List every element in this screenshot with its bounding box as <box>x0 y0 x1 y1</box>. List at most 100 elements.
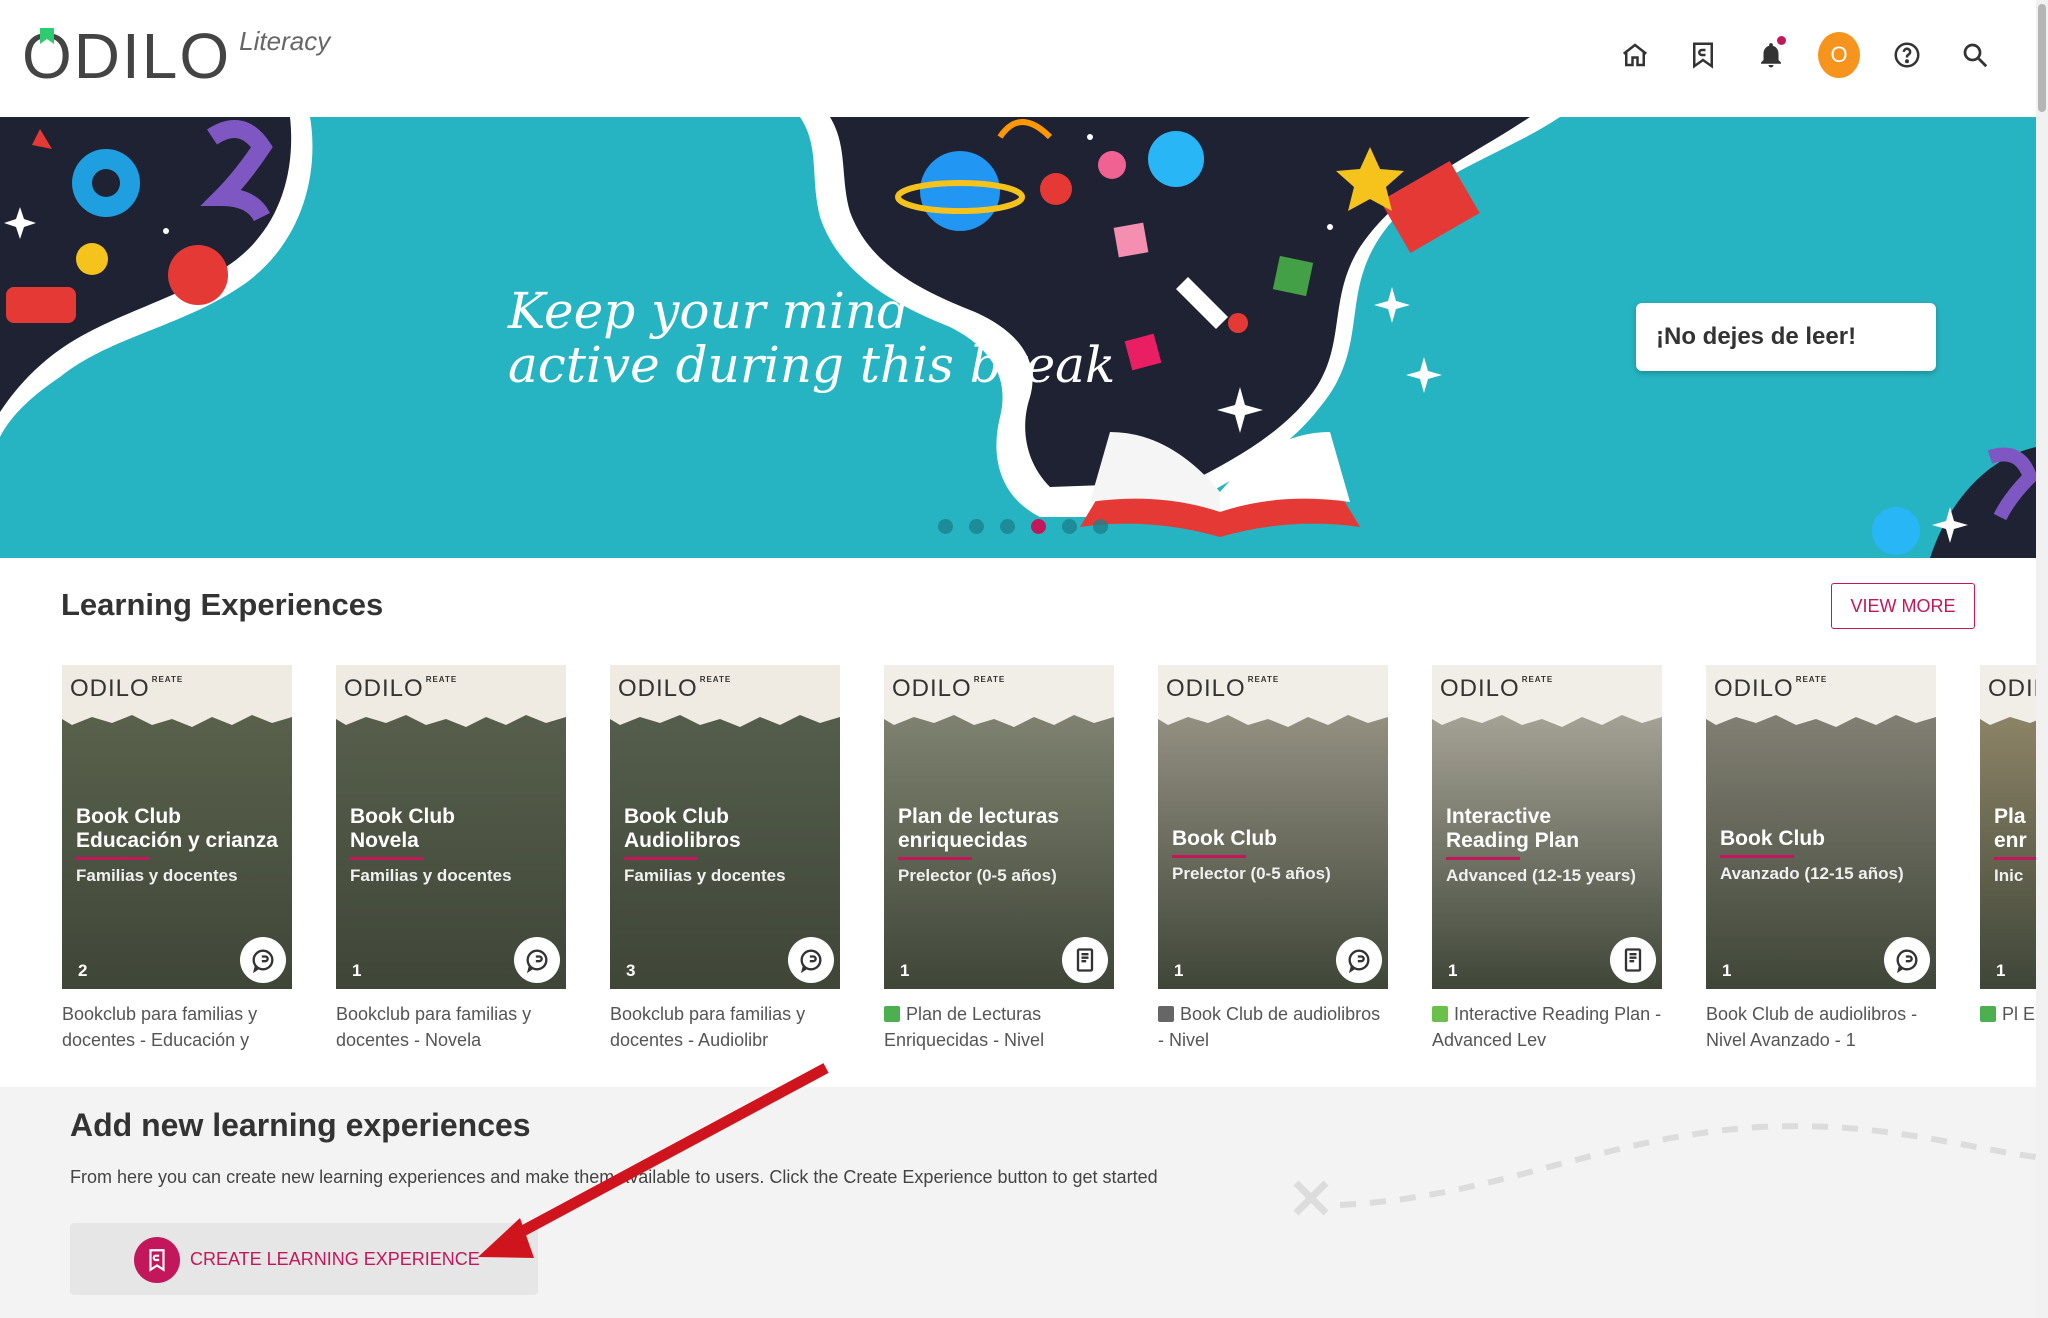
cover-subtitle-bold: Prelector <box>1172 864 1246 883</box>
learning-experience-card[interactable]: ODILO REATE Book Club Novela Familias y doc… <box>336 665 566 1053</box>
view-more-button[interactable]: VIEW MORE <box>1831 583 1975 629</box>
page-scrollbar[interactable] <box>2036 0 2048 1318</box>
cover-title-line2: Audiolibros <box>624 829 741 852</box>
card-cover-image[interactable]: ODILO REATE Book Club Avanzado (12-15 años)… <box>1706 665 1936 989</box>
top-header: ODILO Literacy O <box>0 0 2036 117</box>
cover-title-line1: Book Club <box>76 805 181 828</box>
carousel-dot[interactable] <box>1062 519 1077 534</box>
cover-title-line2: enr <box>1994 829 2027 852</box>
help-icon[interactable] <box>1886 34 1928 76</box>
card-caption[interactable]: Plan de Lecturas Enriquecidas - Nivel <box>884 1001 1114 1053</box>
bookmark-icon[interactable] <box>1682 34 1724 76</box>
card-cover-image[interactable]: ODILO REATE Book Club Educación y crianza F… <box>62 665 292 989</box>
card-cover-image[interactable]: ODILO REATE Interactive Reading Plan Advance… <box>1432 665 1662 989</box>
home-icon[interactable] <box>1614 34 1656 76</box>
book-icon <box>1610 937 1656 983</box>
learning-experience-card[interactable]: ODILO REATE Interactive Reading Plan Advance… <box>1432 665 1662 1053</box>
card-caption-text: Book Club de audiolibros - Nivel Avanzad… <box>1706 1004 1918 1050</box>
learning-experience-card[interactable]: ODILO REATE Book Club Audiolibros Familias … <box>610 665 840 1053</box>
cover-logo-tag: REATE <box>1247 675 1280 684</box>
learning-experience-carousel: ODILO REATE Book Club Educación y crianza F… <box>62 665 2036 1055</box>
books-icon <box>884 1006 900 1022</box>
odilo-logo[interactable]: ODILO Literacy <box>22 24 331 88</box>
card-cover-image[interactable]: ODILO REATE Book Club Novela Familias y doc… <box>336 665 566 989</box>
card-cover-image[interactable]: ODILO REATE Book Club Prelector (0-5 años) 1 <box>1158 665 1388 989</box>
carousel-dot[interactable] <box>938 519 953 534</box>
card-cover-image[interactable]: ODILOREATE Plaenr Inic 1 <box>1980 665 2036 989</box>
cover-title: Pla enr Inic <box>1994 805 2036 886</box>
cover-tear-edge <box>1158 703 1388 727</box>
cover-tear-edge <box>1980 703 2036 725</box>
card-cover-image[interactable]: ODILO REATE Plan de lecturas enriquecidas Pr… <box>884 665 1114 989</box>
learning-experience-card[interactable]: ODILO REATE Plan de lecturas enriquecidas Pr… <box>884 665 1114 1053</box>
search-icon[interactable] <box>1954 34 1996 76</box>
learning-experience-card[interactable]: ODILO REATE Book Club Avanzado (12-15 años)… <box>1706 665 1936 1053</box>
cover-title-line1: Book Club <box>350 805 455 828</box>
user-avatar-button[interactable]: O <box>1818 32 1860 78</box>
add-learning-experience-section: Add new learning experiences From here y… <box>0 1087 2036 1318</box>
card-count: 1 <box>1722 961 1732 980</box>
card-caption[interactable]: Bookclub para familias y docentes - Educ… <box>62 1001 292 1053</box>
cover-logo: ODILOREATE <box>344 675 457 703</box>
logo-subtitle: Literacy <box>239 26 331 56</box>
hero-banner[interactable]: Keep your mind active during this break … <box>0 117 2036 558</box>
cover-title-line1: Plan de lecturas <box>898 805 1060 828</box>
cover-subtitle-bold: Inic <box>1994 866 2024 885</box>
card-caption[interactable]: Book Club de audiolibros - Nivel <box>1158 1001 1388 1053</box>
cover-logo-text: ODILO <box>70 675 150 702</box>
card-caption[interactable]: Pl Enriqu <box>1980 1001 2036 1053</box>
cover-subtitle-text: (12-15 años) <box>1804 864 1904 883</box>
cover-subtitle: Prelector (0-5 años) <box>1172 864 1382 884</box>
cover-tear-edge <box>1706 703 1936 727</box>
card-caption-text: Bookclub para familias y docentes - Audi… <box>610 1004 806 1050</box>
cover-title-line2: Novela <box>350 829 419 852</box>
cover-subtitle-text: (0-5 años) <box>976 866 1057 885</box>
add-section-description: From here you can create new learning ex… <box>70 1167 1158 1187</box>
chat-icon <box>240 937 286 983</box>
carousel-dot[interactable] <box>969 519 984 534</box>
cover-subtitle-bold: Advanced <box>1446 866 1528 885</box>
cover-logo: ODILOREATE <box>892 675 1005 703</box>
carousel-dot[interactable] <box>1093 519 1108 534</box>
cover-logo: ODILOREATE <box>618 675 731 703</box>
hero-cta-button[interactable]: ¡No dejes de leer! <box>1636 303 1936 371</box>
chat-icon <box>788 937 834 983</box>
cover-subtitle: Prelector (0-5 años) <box>898 866 1108 886</box>
card-caption[interactable]: Book Club de audiolibros - Nivel Avanzad… <box>1706 1001 1936 1053</box>
cover-title: Plan de lecturas enriquecidas Prelector (0… <box>898 805 1108 886</box>
cover-subtitle: Advanced (12-15 years) <box>1446 866 1656 886</box>
carousel-dot-active[interactable] <box>1031 519 1046 534</box>
cover-title-line1: Book Club <box>1172 827 1277 850</box>
add-section-title: Add new learning experiences <box>70 1107 531 1143</box>
cover-logo: ODILOREATE <box>1988 675 2036 703</box>
cover-logo-text: ODILO <box>618 675 698 702</box>
cover-title: Book Club Novela Familias y docentes <box>350 805 560 886</box>
cover-title-line2: enriquecidas <box>898 829 1028 852</box>
card-caption[interactable]: Bookclub para familias y docentes - Nove… <box>336 1001 566 1053</box>
cover-title: Interactive Reading Plan Advanced (12-15 y… <box>1446 805 1656 886</box>
scrollbar-thumb[interactable] <box>2038 4 2046 112</box>
hero-headline: Keep your mind active during this break <box>508 282 1116 394</box>
card-cover-image[interactable]: ODILO REATE Book Club Audiolibros Familias … <box>610 665 840 989</box>
cover-title-underline <box>1172 855 1246 858</box>
create-experience-icon <box>134 1237 180 1283</box>
card-caption[interactable]: Interactive Reading Plan - Advanced Lev <box>1432 1001 1662 1053</box>
cover-logo-text: ODILO <box>1714 675 1794 702</box>
cover-logo-tag: REATE <box>1795 675 1828 684</box>
cover-subtitle: Familias y docentes <box>350 866 560 886</box>
cover-title-underline <box>1720 855 1794 858</box>
books-icon <box>1980 1006 1996 1022</box>
card-caption[interactable]: Bookclub para familias y docentes - Audi… <box>610 1001 840 1053</box>
carousel-dot[interactable] <box>1000 519 1015 534</box>
learning-experience-card[interactable]: ODILO REATE Book Club Prelector (0-5 años) 1… <box>1158 665 1388 1053</box>
learning-experience-card[interactable]: ODILO REATE Book Club Educación y crianza F… <box>62 665 292 1053</box>
cover-subtitle: Inic <box>1994 866 2036 886</box>
bell-icon[interactable] <box>1750 34 1792 76</box>
card-caption-text: Plan de Lecturas Enriquecidas - Nivel <box>884 1004 1045 1050</box>
create-learning-experience-button[interactable]: CREATE LEARNING EXPERIENCE <box>70 1223 538 1295</box>
learning-experience-card[interactable]: ODILOREATE Plaenr Inic 1 Pl Enriqu <box>1980 665 2036 1053</box>
cover-title-underline <box>350 857 424 860</box>
cover-tear-edge <box>884 703 1114 727</box>
cover-title-underline <box>1446 857 1520 860</box>
card-count: 1 <box>900 961 910 980</box>
